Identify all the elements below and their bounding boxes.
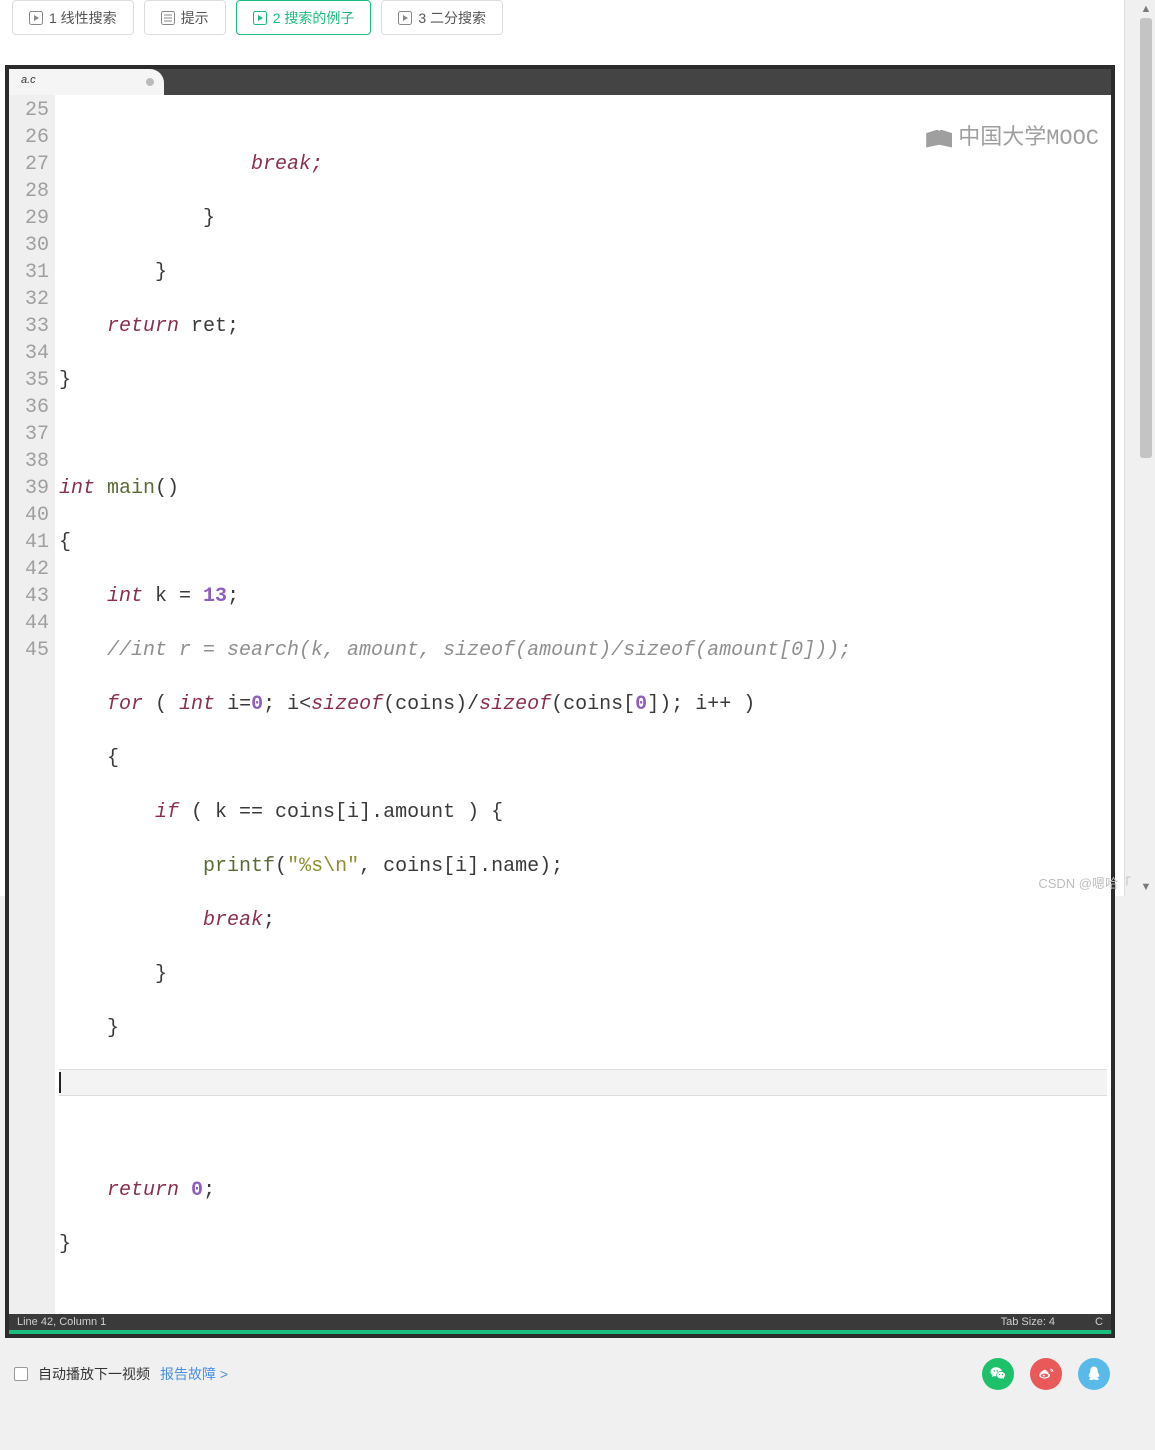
- tab-hint[interactable]: 提示: [144, 0, 226, 35]
- play-icon: [29, 11, 43, 25]
- autoplay-label: 自动播放下一视频: [38, 1364, 150, 1384]
- share-qq-button[interactable]: [1078, 1358, 1110, 1390]
- code-pane[interactable]: 中国大学MOOC break; } } return ret; } int ma…: [55, 95, 1111, 1314]
- autoplay-checkbox[interactable]: [14, 1367, 28, 1381]
- status-cursor-pos: Line 42, Column 1: [17, 1316, 106, 1328]
- list-icon: [161, 11, 175, 25]
- player-footer: 自动播放下一视频 报告故障 >: [0, 1338, 1124, 1450]
- editor-file-tab[interactable]: a.c: [9, 69, 164, 95]
- dirty-dot-icon: [146, 78, 154, 86]
- tab-label: 3 二分搜索: [418, 8, 486, 28]
- share-weibo-button[interactable]: [1030, 1358, 1062, 1390]
- csdn-watermark: CSDN @嗯哈「: [1038, 873, 1131, 892]
- status-tab-size[interactable]: Tab Size: 4: [1001, 1316, 1055, 1328]
- tab-binary-search[interactable]: 3 二分搜索: [381, 0, 503, 35]
- editor-tabstrip: a.c: [9, 69, 1111, 95]
- tab-label: 提示: [181, 8, 209, 28]
- share-wechat-button[interactable]: [982, 1358, 1014, 1390]
- report-issue-link[interactable]: 报告故障 >: [160, 1364, 228, 1384]
- line-gutter: 2526272829303132333435363738394041424344…: [9, 95, 55, 1314]
- lesson-tabs: 1 线性搜索 提示 2 搜索的例子 3 二分搜索: [0, 0, 1124, 35]
- file-name: a.c: [21, 74, 36, 86]
- scroll-thumb[interactable]: [1140, 18, 1152, 458]
- tab-search-example[interactable]: 2 搜索的例子: [236, 0, 372, 35]
- watermark-text: 中国大学MOOC: [958, 125, 1099, 152]
- tab-linear-search[interactable]: 1 线性搜索: [12, 0, 134, 35]
- editor-statusbar: Line 42, Column 1 Tab Size: 4 C: [9, 1314, 1111, 1330]
- share-icons: [982, 1358, 1110, 1390]
- play-icon: [253, 11, 267, 25]
- scroll-up-icon[interactable]: ▲: [1137, 0, 1155, 18]
- status-language[interactable]: C: [1095, 1316, 1103, 1328]
- tab-label: 1 线性搜索: [49, 8, 117, 28]
- play-icon: [398, 11, 412, 25]
- video-frame: a.c 252627282930313233343536373839404142…: [5, 65, 1115, 1338]
- tab-label: 2 搜索的例子: [273, 8, 355, 28]
- book-icon: [926, 130, 952, 148]
- scroll-down-icon[interactable]: ▼: [1137, 878, 1155, 896]
- video-progress[interactable]: [9, 1330, 1111, 1334]
- mooc-watermark: 中国大学MOOC: [926, 125, 1099, 152]
- page-scrollbar[interactable]: ▲ ▼: [1137, 0, 1155, 896]
- code-editor[interactable]: 2526272829303132333435363738394041424344…: [9, 95, 1111, 1314]
